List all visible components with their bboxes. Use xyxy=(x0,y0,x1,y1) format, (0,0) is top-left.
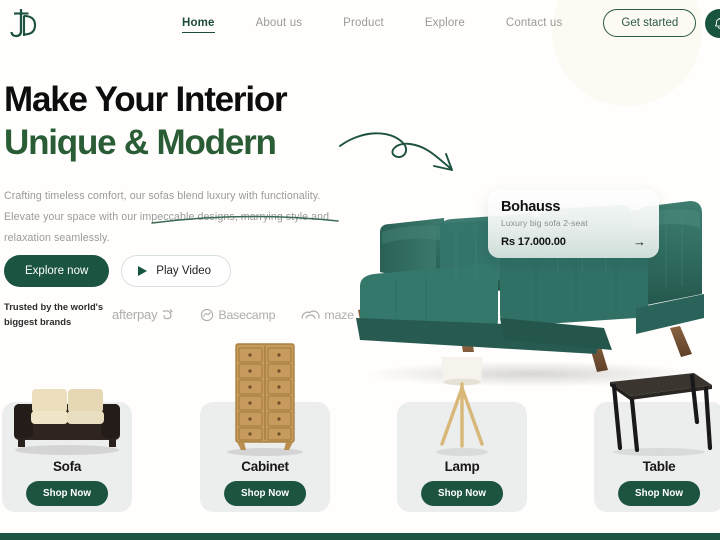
hero-heading-line1: Make Your Interior xyxy=(4,80,288,119)
trusted-by-label: Trusted by the world's biggest brands xyxy=(4,300,108,329)
curved-arrow-icon xyxy=(338,130,474,191)
nav-link-product[interactable]: Product xyxy=(343,14,384,32)
lamp-thumbnail-icon xyxy=(436,352,488,456)
category-name-cabinet: Cabinet xyxy=(241,459,289,474)
brand-logos: afterpay Basecamp maze xyxy=(112,307,354,322)
brand-logo-basecamp: Basecamp xyxy=(200,307,276,322)
shop-now-button-lamp[interactable]: Shop Now xyxy=(421,481,503,506)
landing-page: Home About us Product Explore Contact us… xyxy=(0,0,720,540)
category-cards-row: Sofa Shop Now Cabinet Shop Now Lamp Shop… xyxy=(0,343,720,522)
category-card-lamp[interactable]: Lamp Shop Now xyxy=(397,352,527,512)
product-subtitle: Luxury big sofa 2-seat xyxy=(501,218,588,228)
top-navigation-bar: Home About us Product Explore Contact us… xyxy=(0,0,720,46)
trusted-by-line1: Trusted by the world's xyxy=(4,301,104,312)
sofa-thumbnail-icon xyxy=(14,389,120,455)
hero-cta-row: Explore now Play Video xyxy=(4,255,232,287)
play-video-label: Play Video xyxy=(156,265,212,277)
explore-now-button[interactable]: Explore now xyxy=(4,255,110,287)
hero-heading-line2: Unique & Modern xyxy=(4,123,277,162)
play-triangle-icon xyxy=(138,266,148,276)
nav-links: Home About us Product Explore Contact us xyxy=(182,14,603,33)
product-price-row: Rs 17.000.00 → xyxy=(501,235,646,248)
nav-link-about-us[interactable]: About us xyxy=(256,14,303,32)
shop-now-button-cabinet[interactable]: Shop Now xyxy=(224,481,306,506)
footer-accent-bar xyxy=(0,533,720,540)
category-card-table[interactable]: Table Shop Now xyxy=(594,373,720,512)
category-name-table: Table xyxy=(642,459,676,474)
category-name-sofa: Sofa xyxy=(52,459,82,474)
hero-sofa-stage: Bohauss Luxury big sofa 2-seat Rs 17.000… xyxy=(336,168,720,390)
notifications-button[interactable] xyxy=(705,8,720,38)
basecamp-label: Basecamp xyxy=(218,307,276,322)
bell-icon xyxy=(715,17,720,29)
shop-now-button-sofa[interactable]: Shop Now xyxy=(26,481,108,506)
nav-link-home[interactable]: Home xyxy=(182,14,215,33)
afterpay-swirl-icon xyxy=(163,309,173,320)
get-started-button[interactable]: Get started xyxy=(603,9,697,37)
play-video-button[interactable]: Play Video xyxy=(121,255,232,287)
nav-link-explore[interactable]: Explore xyxy=(425,14,465,32)
category-card-cabinet[interactable]: Cabinet Shop Now xyxy=(200,343,330,512)
trusted-by-line2: biggest brands xyxy=(4,315,72,327)
product-info-card[interactable]: Bohauss Luxury big sofa 2-seat Rs 17.000… xyxy=(488,190,659,258)
nav-link-contact-us[interactable]: Contact us xyxy=(506,14,562,32)
table-thumbnail-icon xyxy=(610,373,713,456)
trusted-by-section: Trusted by the world's biggest brands af… xyxy=(4,300,354,329)
underline-swoosh-icon xyxy=(150,212,340,231)
nav-actions: Get started xyxy=(603,8,720,38)
jd-monogram-logo[interactable] xyxy=(8,3,46,43)
maze-arc-icon xyxy=(301,310,320,319)
brand-logo-afterpay: afterpay xyxy=(112,307,174,322)
category-card-sofa[interactable]: Sofa Shop Now xyxy=(2,388,132,512)
category-name-lamp: Lamp xyxy=(444,459,480,474)
afterpay-label: afterpay xyxy=(112,307,158,323)
product-price: Rs 17.000.00 xyxy=(501,235,566,248)
basecamp-circle-icon xyxy=(201,308,214,321)
arrow-right-icon[interactable]: → xyxy=(633,235,646,248)
shop-now-button-table[interactable]: Shop Now xyxy=(618,481,700,506)
cabinet-thumbnail-icon xyxy=(227,343,303,456)
product-title: Bohauss xyxy=(501,199,561,215)
